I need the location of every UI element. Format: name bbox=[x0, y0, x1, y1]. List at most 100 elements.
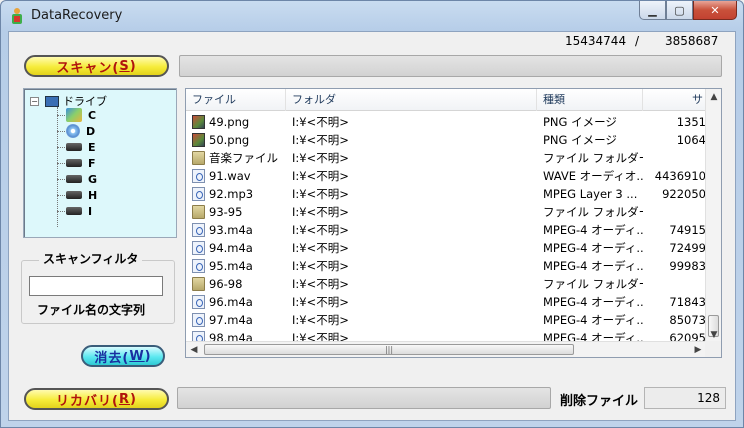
table-row[interactable]: 96-98 I:¥<不明> ファイル フォルダー bbox=[186, 275, 706, 293]
title-bar[interactable]: DataRecovery ▁ ▢ ✕ bbox=[1, 1, 743, 31]
file-name-cell: 音楽ファイル bbox=[209, 151, 278, 165]
tree-drive-d[interactable]: D bbox=[57, 123, 95, 139]
size-cell: 922050 bbox=[662, 187, 706, 201]
scroll-right-icon[interactable]: ▶ bbox=[690, 342, 706, 357]
type-cell: MPEG-4 オーディ... bbox=[543, 241, 643, 255]
file-list-header: ファイル フォルダ 種類 サ bbox=[186, 89, 706, 111]
recover-button-label: リカバリ( bbox=[56, 393, 119, 409]
column-header-type[interactable]: 種類 bbox=[537, 89, 643, 111]
type-cell: PNG イメージ bbox=[543, 115, 617, 129]
table-row[interactable]: 96.m4a I:¥<不明> MPEG-4 オーディ... 71843 bbox=[186, 293, 706, 311]
table-row[interactable]: 49.png I:¥<不明> PNG イメージ 1351 bbox=[186, 113, 706, 131]
drive-tree[interactable]: − ドライブ C D E F G H I bbox=[23, 88, 177, 238]
file-name-cell: 97.m4a bbox=[209, 313, 253, 327]
tree-drive-c[interactable]: C bbox=[57, 107, 96, 123]
table-row[interactable]: 93.m4a I:¥<不明> MPEG-4 オーディ... 74915 bbox=[186, 221, 706, 239]
collapse-icon[interactable]: − bbox=[30, 96, 39, 106]
tree-drive-f[interactable]: F bbox=[57, 155, 96, 171]
audio-file-icon bbox=[192, 241, 205, 255]
file-name-cell: 95.m4a bbox=[209, 259, 253, 273]
size-cell: 1064 bbox=[676, 133, 706, 147]
table-row[interactable]: 93-95 I:¥<不明> ファイル フォルダー bbox=[186, 203, 706, 221]
table-row[interactable]: 94.m4a I:¥<不明> MPEG-4 オーディ... 72499 bbox=[186, 239, 706, 257]
table-row[interactable]: 91.wav I:¥<不明> WAVE オーディオ... 4436910 bbox=[186, 167, 706, 185]
folder-cell: I:¥<不明> bbox=[292, 115, 349, 129]
type-cell: MPEG Layer 3 ... bbox=[543, 187, 638, 201]
scroll-up-icon[interactable]: ▲ bbox=[706, 89, 721, 105]
maximize-button[interactable]: ▢ bbox=[666, 1, 693, 20]
table-row[interactable]: 音楽ファイル I:¥<不明> ファイル フォルダー bbox=[186, 149, 706, 167]
tree-drive-i[interactable]: I bbox=[57, 203, 92, 219]
recover-button[interactable]: リカバリ(R) bbox=[24, 388, 169, 410]
clear-button[interactable]: 消去(W) bbox=[81, 345, 165, 367]
tree-drive-e[interactable]: E bbox=[57, 139, 96, 155]
audio-file-icon bbox=[192, 187, 205, 201]
folder-cell: I:¥<不明> bbox=[292, 259, 349, 273]
folder-cell: I:¥<不明> bbox=[292, 133, 349, 147]
clear-button-key: W bbox=[129, 348, 145, 364]
table-row[interactable]: 97.m4a I:¥<不明> MPEG-4 オーディ... 85073 bbox=[186, 311, 706, 329]
audio-file-icon bbox=[192, 295, 205, 309]
table-row[interactable]: 92.mp3 I:¥<不明> MPEG Layer 3 ... 922050 bbox=[186, 185, 706, 203]
type-cell: WAVE オーディオ... bbox=[543, 169, 643, 183]
minimize-icon: ▁ bbox=[648, 3, 657, 17]
file-list[interactable]: ファイル フォルダ 種類 サ 49.png I:¥<不明> PNG イメージ 1351… bbox=[185, 88, 722, 358]
file-name-cell: 94.m4a bbox=[209, 241, 253, 255]
app-icon bbox=[12, 8, 22, 24]
drive-label: G bbox=[88, 172, 98, 186]
scan-button-label: スキャン( bbox=[56, 60, 120, 76]
size-cell bbox=[646, 275, 706, 293]
tree-drive-g[interactable]: G bbox=[57, 171, 97, 187]
drive-icon bbox=[66, 143, 82, 151]
type-cell: MPEG-4 オーディ... bbox=[543, 313, 643, 327]
windows-drive-icon bbox=[66, 108, 82, 122]
drive-icon bbox=[66, 159, 82, 167]
file-name-cell: 96.m4a bbox=[209, 295, 253, 309]
size-cell: 72499 bbox=[669, 241, 706, 255]
audio-file-icon bbox=[192, 313, 205, 327]
type-cell: MPEG-4 オーディ... bbox=[543, 259, 643, 273]
audio-file-icon bbox=[192, 169, 205, 183]
horizontal-scroll-thumb[interactable]: ||| bbox=[204, 344, 574, 355]
file-name-cell: 93-95 bbox=[209, 205, 243, 219]
close-button[interactable]: ✕ bbox=[693, 1, 737, 20]
audio-file-icon bbox=[192, 223, 205, 237]
folder-cell: I:¥<不明> bbox=[292, 169, 349, 183]
drive-label: I bbox=[88, 204, 93, 218]
size-cell bbox=[646, 149, 706, 167]
horizontal-scrollbar[interactable]: ◀ ||| ▶ bbox=[186, 341, 707, 357]
minimize-button[interactable]: ▁ bbox=[639, 1, 666, 20]
column-header-folder[interactable]: フォルダ bbox=[286, 89, 537, 111]
type-cell: MPEG-4 オーディ... bbox=[543, 295, 643, 309]
table-row[interactable]: 95.m4a I:¥<不明> MPEG-4 オーディ... 99983 bbox=[186, 257, 706, 275]
scan-filter-title: スキャンフィルタ bbox=[39, 250, 143, 267]
image-file-icon bbox=[192, 133, 205, 147]
computer-icon bbox=[45, 95, 59, 107]
type-cell: ファイル フォルダー bbox=[543, 277, 643, 291]
tree-drive-h[interactable]: H bbox=[57, 187, 97, 203]
scroll-left-icon[interactable]: ◀ bbox=[186, 342, 202, 357]
app-window: DataRecovery ▁ ▢ ✕ 15434744 / 3858687 スキ… bbox=[0, 0, 744, 428]
recover-progress-bar bbox=[177, 387, 551, 409]
table-row[interactable]: 50.png I:¥<不明> PNG イメージ 1064 bbox=[186, 131, 706, 149]
clear-button-label: 消去( bbox=[94, 350, 130, 366]
column-header-file[interactable]: ファイル bbox=[186, 89, 286, 111]
filename-filter-label: ファイル名の文字列 bbox=[37, 303, 146, 317]
scan-button-key: S bbox=[119, 58, 130, 74]
audio-file-icon bbox=[192, 259, 205, 273]
size-cell: 1351 bbox=[676, 115, 706, 129]
vertical-scrollbar[interactable]: ▲ ▼ bbox=[705, 89, 721, 343]
size-cell: 71843 bbox=[669, 295, 706, 309]
drive-label: C bbox=[88, 108, 97, 122]
file-name-cell: 93.m4a bbox=[209, 223, 253, 237]
image-file-icon bbox=[192, 115, 205, 129]
folder-cell: I:¥<不明> bbox=[292, 223, 349, 237]
file-name-cell: 92.mp3 bbox=[209, 187, 254, 201]
filename-filter-input[interactable] bbox=[29, 276, 163, 296]
scrollbar-corner bbox=[705, 341, 721, 357]
size-cell: 85073 bbox=[669, 313, 706, 327]
file-name-cell: 96-98 bbox=[209, 277, 243, 291]
folder-cell: I:¥<不明> bbox=[292, 277, 349, 291]
column-header-size[interactable]: サ bbox=[643, 89, 706, 111]
scan-button[interactable]: スキャン(S) bbox=[24, 55, 169, 77]
